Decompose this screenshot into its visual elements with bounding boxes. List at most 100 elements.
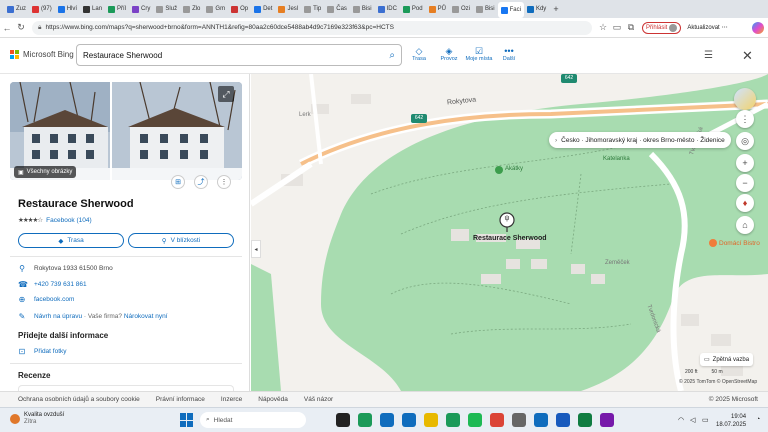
footer-link[interactable]: Ochrana osobních údajů a soubory cookie [18,396,140,403]
share-icon[interactable]: ⤴ [194,175,208,189]
copilot-icon[interactable] [752,22,764,34]
website-row[interactable]: ⊕ facebook.com [18,295,75,304]
website-link[interactable]: facebook.com [34,296,74,303]
browser-tab[interactable]: Hlví [55,2,80,16]
taskbar-app-onenote[interactable] [600,413,614,427]
login-button[interactable]: Přihlásit [642,21,682,34]
taskbar-app-edge-3[interactable] [534,413,548,427]
browser-tab[interactable]: Bisi [473,2,498,16]
collapse-panel-button[interactable]: ◂ [251,240,261,258]
photo-strip[interactable]: ▣ Všechny obrázky ⤢ [10,82,242,180]
browser-tab[interactable]: Bisi [350,2,375,16]
search-input[interactable]: Restaurace Sherwood ⌕ [76,44,402,66]
rating-source-link[interactable]: Facebook (104) [46,217,92,224]
address-bar[interactable]: 🔒︎ https://www.bing.com/maps?q=sherwood+… [32,20,592,35]
tool-traffic[interactable]: ◈ Provoz [434,46,464,62]
browser-tab[interactable]: Kdy [524,2,549,16]
zoom-out-button[interactable]: − [736,174,754,192]
feedback-button[interactable]: ▭ Zpětná vazba [700,353,754,366]
tool-places[interactable]: ☑ Moje místa [464,46,494,62]
new-tab-button[interactable]: + [553,4,558,14]
browser-tab[interactable]: Pod [400,2,426,16]
update-button[interactable]: Aktualizovat ⋯ [687,24,727,32]
taskbar-app-edge[interactable] [358,413,372,427]
browser-tab[interactable]: Tip [301,2,324,16]
traffic-light-icon[interactable]: ⋮ [736,110,754,128]
browser-tab[interactable]: Zuz [4,2,29,16]
divider [10,363,242,364]
footer-link[interactable]: Právní informace [156,396,205,403]
poi-label-bistro[interactable]: Domácí Bistro [719,240,760,247]
refresh-icon[interactable]: ↻ [14,21,28,35]
browser-tab[interactable]: Cry [129,2,153,16]
volume-icon[interactable]: ◁ [690,416,695,424]
footer-link[interactable]: Váš názor [304,396,333,403]
save-icon[interactable]: ⊞ [171,175,185,189]
browser-tab[interactable]: Příl [105,2,129,16]
browser-tab[interactable]: Det [251,2,275,16]
location-breadcrumb[interactable]: › Česko · Jihomoravský kraj · okres Brno… [549,132,731,148]
map-style-button[interactable] [734,88,756,110]
taskbar-app-word[interactable] [556,413,570,427]
taskbar-app-chrome[interactable] [490,413,504,427]
browser-tab[interactable]: Zlo [180,2,203,16]
poi-label-restaurant[interactable]: Restaurace Sherwood [473,235,547,242]
hamburger-menu-icon[interactable]: ☰ [704,50,713,61]
search-icon[interactable]: ⌕ [389,50,395,61]
back-icon[interactable]: ← [0,21,14,35]
weather-widget[interactable]: Kvalita ovzduší Zítra [10,412,64,426]
phone-link[interactable]: +420 739 631 861 [34,281,87,288]
all-images-button[interactable]: ▣ Všechny obrázky [14,166,77,178]
close-icon[interactable]: ✕ [742,48,753,64]
tool-directions[interactable]: ◇ Trasa [404,46,434,62]
taskbar-app-spotify[interactable] [468,413,482,427]
browser-tab[interactable]: PŮ [426,2,449,16]
browser-tab[interactable]: Jesl [275,2,301,16]
footer-link[interactable]: Nápověda [258,396,288,403]
browser-tab[interactable]: IDC [375,2,400,16]
zoom-in-button[interactable]: + [736,154,754,172]
poi-label-akatky[interactable]: Akátky [505,166,523,172]
browser-tab[interactable]: (97) [29,2,55,16]
browser-tab[interactable]: Faci [497,2,524,18]
clock[interactable]: 19:04 18.07.2025 [716,413,746,429]
map-pin-restaurant[interactable]: ψ [502,215,512,222]
add-photos-row[interactable]: ⊡ Přidat fotky [18,347,67,356]
browser-tab[interactable]: Ozi [449,2,473,16]
claim-link[interactable]: Nárokovat nyní [124,313,168,320]
map-canvas[interactable]: 642 642 Rokytova Tvrdonická Tvrdonická L… [251,74,768,391]
suggest-edit-link[interactable]: Návrh na úpravu [34,313,82,320]
taskbar-app-outlook[interactable] [402,413,416,427]
browser-tab[interactable]: Čas [324,2,350,16]
compass-icon[interactable]: ♦ [736,194,754,212]
expand-icon[interactable]: ⤢ [218,86,234,102]
more-options-icon[interactable]: ⋮ [217,175,231,189]
nearby-button[interactable]: ⚲ V blízkosti [128,233,234,248]
notifications-icon[interactable]: ◔ [756,416,760,423]
phone-row[interactable]: ☎ +420 739 631 861 [18,280,87,289]
taskbar-app-files[interactable] [424,413,438,427]
browser-tab[interactable]: Gm [203,2,228,16]
browser-tab[interactable]: Op [228,2,251,16]
browser-tab[interactable]: Služ [153,2,180,16]
route-button[interactable]: ◆ Trasa [18,233,124,248]
locate-me-icon[interactable]: ◎ [736,132,754,150]
browser-tab[interactable]: Lan [80,2,105,16]
sidebar-toggle-icon[interactable]: ▭ [610,21,624,35]
collections-icon[interactable]: ⧉ [624,21,638,35]
taskbar-app-edge-2[interactable] [380,413,394,427]
tool-more[interactable]: ••• Další [494,46,524,62]
taskbar-app-check[interactable] [446,413,460,427]
favorite-star-icon[interactable]: ☆ [596,21,610,35]
start-button[interactable] [180,413,194,427]
add-photos-link[interactable]: Přidat fotky [34,348,67,355]
tilt-icon[interactable]: ⌂ [736,216,754,234]
taskbar-app-cursor-app[interactable] [336,413,350,427]
battery-icon[interactable]: ▭ [702,416,709,424]
footer-link[interactable]: Inzerce [221,396,242,403]
taskbar-app-excel[interactable] [578,413,592,427]
bing-logo[interactable]: Microsoft Bing [10,50,74,59]
wifi-icon[interactable]: ◠ [678,416,684,424]
taskbar-app-notification[interactable] [512,413,526,427]
taskbar-search[interactable]: ⌕ Hledat [200,412,306,428]
